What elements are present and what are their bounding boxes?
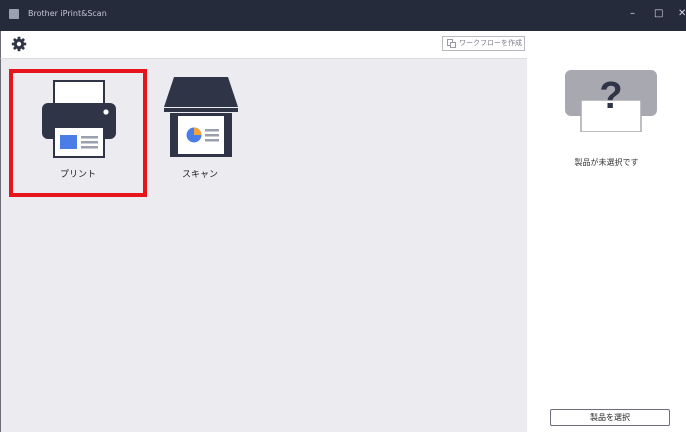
scanner-icon <box>164 77 238 157</box>
select-device-button[interactable]: 製品を選択 <box>550 409 670 426</box>
scan-label: スキャン <box>181 170 218 180</box>
no-device-status: 製品が未選択です <box>574 158 639 167</box>
create-workflow-button[interactable]: ワークフローを作成 <box>442 36 525 51</box>
close-button[interactable]: ✕ <box>678 7 686 21</box>
question-printer-icon: ? <box>565 70 657 132</box>
scan-tile[interactable]: スキャン <box>150 73 250 191</box>
gear-icon[interactable] <box>11 36 27 52</box>
app-icon <box>9 9 19 19</box>
minimize-button[interactable]: – <box>630 7 635 21</box>
svg-text:?: ? <box>599 75 622 117</box>
create-workflow-label: ワークフローを作成 <box>459 39 522 47</box>
title-bar: Brother iPrint&Scan – □ ✕ <box>0 0 686 31</box>
selection-highlight <box>9 69 147 197</box>
maximize-button[interactable]: □ <box>654 7 663 21</box>
window-title: Brother iPrint&Scan <box>28 9 107 18</box>
workflow-icon <box>447 39 456 48</box>
